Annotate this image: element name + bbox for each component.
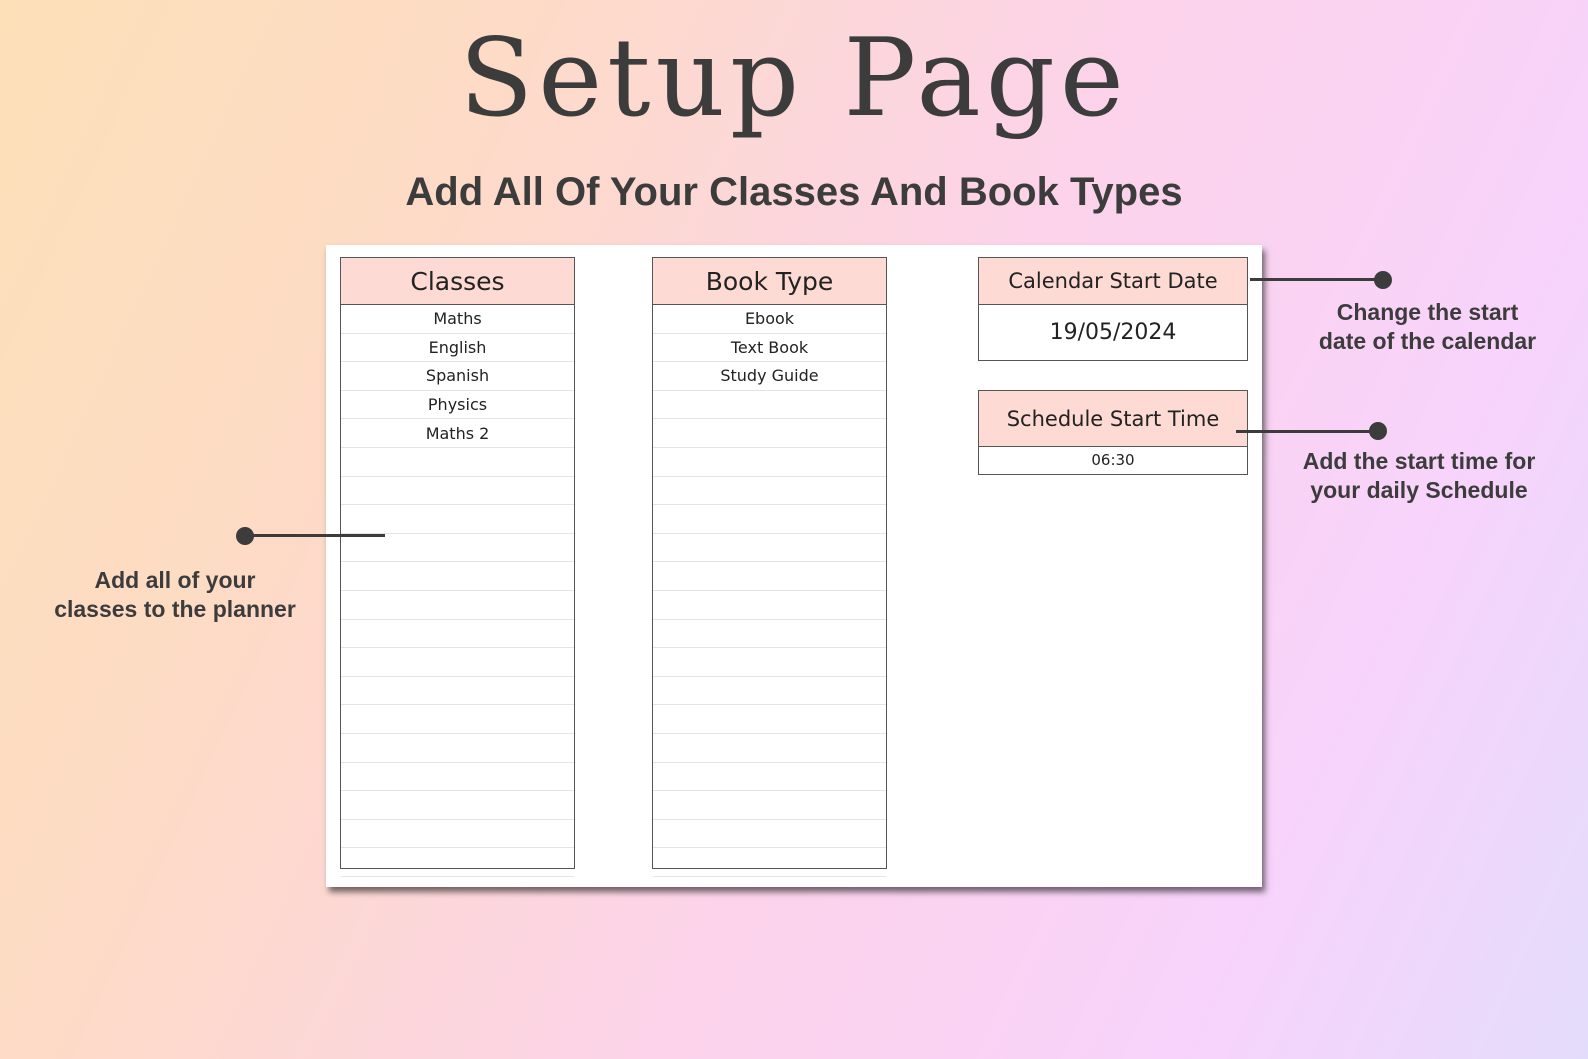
class-cell[interactable] <box>341 820 574 849</box>
book-type-header: Book Type <box>653 258 886 305</box>
class-cell[interactable] <box>341 448 574 477</box>
class-cell[interactable] <box>341 648 574 677</box>
book-type-cell[interactable] <box>653 477 886 506</box>
book-type-cell[interactable] <box>653 534 886 563</box>
classes-table: Classes Maths English Spanish Physics Maths … <box>340 257 575 877</box>
book-type-cell[interactable] <box>653 677 886 706</box>
book-type-cell[interactable] <box>653 448 886 477</box>
book-type-cell[interactable]: Ebook <box>653 305 886 334</box>
book-type-cell[interactable] <box>653 791 886 820</box>
setup-sheet: Classes Maths English Spanish Physics Maths … <box>326 245 1262 887</box>
book-type-cell[interactable] <box>653 705 886 734</box>
class-cell[interactable] <box>341 791 574 820</box>
classes-list: Maths English Spanish Physics Maths 2 <box>341 305 574 905</box>
class-cell[interactable]: Spanish <box>341 362 574 391</box>
class-cell[interactable] <box>341 620 574 649</box>
book-type-cell[interactable] <box>653 505 886 534</box>
schedule-pointer-dot <box>1369 422 1387 440</box>
schedule-note: Add the start time for your daily Schedu… <box>1302 448 1536 503</box>
book-type-cell[interactable] <box>653 591 886 620</box>
class-cell[interactable]: English <box>341 334 574 363</box>
schedule-start-time-field[interactable]: 06:30 <box>979 447 1247 473</box>
book-type-cell[interactable] <box>653 763 886 792</box>
classes-note: Add all of your classes to the planner <box>54 567 296 622</box>
calendar-pointer-line <box>1250 278 1380 281</box>
book-type-cell[interactable]: Study Guide <box>653 362 886 391</box>
book-type-cell[interactable] <box>653 620 886 649</box>
class-cell[interactable] <box>341 562 574 591</box>
schedule-pointer-line <box>1236 430 1376 433</box>
book-type-cell[interactable] <box>653 391 886 420</box>
class-cell[interactable] <box>341 734 574 763</box>
class-cell[interactable] <box>341 591 574 620</box>
calendar-start-box: Calendar Start Date 19/05/2024 <box>978 257 1248 361</box>
schedule-start-box: Schedule Start Time 06:30 <box>978 390 1248 475</box>
class-cell[interactable] <box>341 477 574 506</box>
page-subtitle: Add All Of Your Classes And Book Types <box>405 170 1183 214</box>
schedule-start-label: Schedule Start Time <box>979 391 1247 447</box>
class-cell[interactable]: Maths 2 <box>341 419 574 448</box>
book-type-table: Book Type Ebook Text Book Study Guide <box>652 257 887 877</box>
class-cell[interactable] <box>341 763 574 792</box>
book-type-cell[interactable] <box>653 648 886 677</box>
book-type-cell[interactable]: Text Book <box>653 334 886 363</box>
class-cell[interactable]: Maths <box>341 305 574 334</box>
book-type-cell[interactable] <box>653 848 886 877</box>
calendar-note: Change the start date of the calendar <box>1318 299 1537 354</box>
book-type-cell[interactable] <box>653 562 886 591</box>
class-cell[interactable] <box>341 677 574 706</box>
page-title: Setup Page <box>459 16 1129 141</box>
class-cell[interactable] <box>341 848 574 877</box>
book-type-cell[interactable] <box>653 820 886 849</box>
class-cell[interactable] <box>341 705 574 734</box>
book-type-cell[interactable] <box>653 419 886 448</box>
calendar-start-label: Calendar Start Date <box>979 258 1247 305</box>
class-cell[interactable] <box>341 505 574 534</box>
class-cell[interactable] <box>341 534 574 563</box>
book-type-cell[interactable] <box>653 734 886 763</box>
class-cell[interactable]: Physics <box>341 391 574 420</box>
class-cell[interactable] <box>341 877 574 906</box>
classes-header: Classes <box>341 258 574 305</box>
classes-pointer-line <box>245 534 385 537</box>
book-type-list: Ebook Text Book Study Guide <box>653 305 886 905</box>
calendar-start-date-field[interactable]: 19/05/2024 <box>979 305 1247 359</box>
book-type-cell[interactable] <box>653 877 886 906</box>
calendar-pointer-dot <box>1374 271 1392 289</box>
